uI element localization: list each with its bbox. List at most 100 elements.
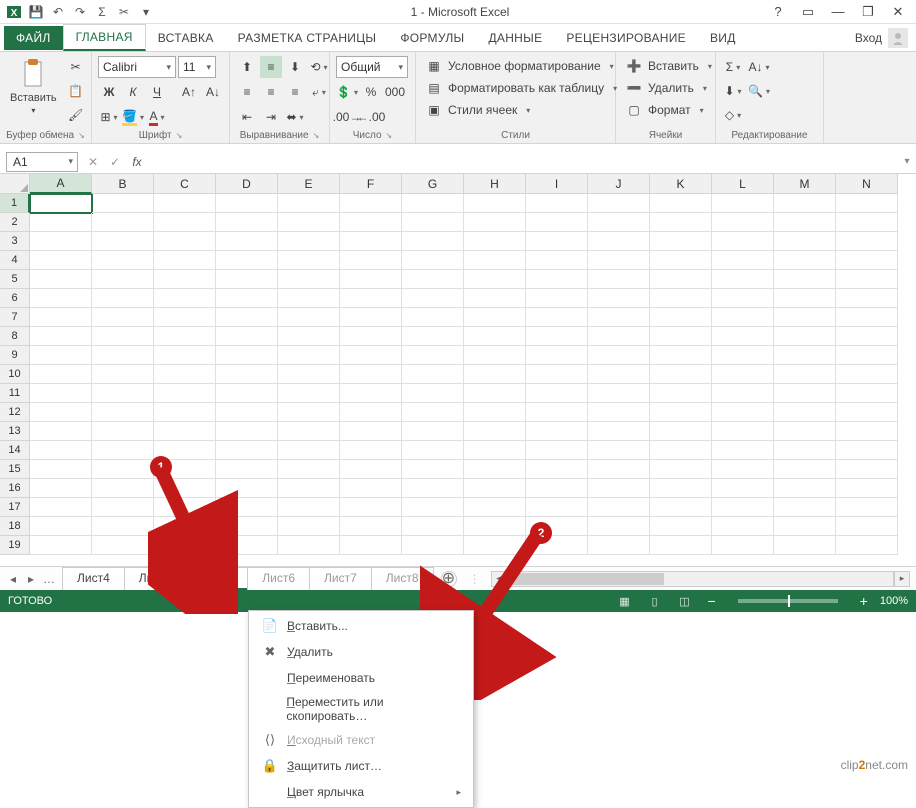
- tab-insert[interactable]: ВСТАВКА: [146, 26, 226, 50]
- cell[interactable]: [402, 460, 464, 479]
- cell[interactable]: [402, 289, 464, 308]
- col-header-H[interactable]: H: [464, 174, 526, 194]
- conditional-formatting-button[interactable]: ▦Условное форматирование: [422, 56, 618, 76]
- cell[interactable]: [650, 422, 712, 441]
- cell[interactable]: [650, 498, 712, 517]
- cell[interactable]: [278, 479, 340, 498]
- increase-decimal-button[interactable]: .00→: [336, 106, 358, 128]
- cell[interactable]: [154, 365, 216, 384]
- cell[interactable]: [30, 308, 92, 327]
- view-normal-icon[interactable]: ▦: [613, 592, 635, 610]
- cell[interactable]: [402, 403, 464, 422]
- cell[interactable]: [216, 308, 278, 327]
- cell[interactable]: [650, 536, 712, 555]
- close-icon[interactable]: ✕: [884, 2, 912, 22]
- cell[interactable]: [650, 479, 712, 498]
- cell[interactable]: [712, 498, 774, 517]
- format-cells-button[interactable]: ▢Формат: [622, 100, 708, 120]
- bold-button[interactable]: Ж: [98, 81, 120, 103]
- row-header[interactable]: 4: [0, 251, 30, 270]
- merge-button[interactable]: ⬌: [284, 106, 306, 128]
- cell[interactable]: [588, 194, 650, 213]
- cell[interactable]: [340, 403, 402, 422]
- cell[interactable]: [278, 289, 340, 308]
- sheet-nav-ellipsis[interactable]: …: [42, 572, 56, 586]
- cell[interactable]: [402, 194, 464, 213]
- cell[interactable]: [216, 403, 278, 422]
- thousands-button[interactable]: 000: [384, 81, 406, 103]
- row-header[interactable]: 16: [0, 479, 30, 498]
- cell[interactable]: [712, 270, 774, 289]
- cell[interactable]: [526, 422, 588, 441]
- tab-review[interactable]: РЕЦЕНЗИРОВАНИЕ: [554, 26, 698, 50]
- select-all-corner[interactable]: [0, 174, 30, 194]
- cell[interactable]: [278, 232, 340, 251]
- cell[interactable]: [650, 289, 712, 308]
- find-select-button[interactable]: 🔍: [748, 80, 770, 102]
- cell[interactable]: [402, 365, 464, 384]
- cell[interactable]: [340, 346, 402, 365]
- cell[interactable]: [774, 460, 836, 479]
- cell[interactable]: [774, 289, 836, 308]
- align-right-button[interactable]: ≡: [284, 81, 306, 103]
- cell[interactable]: [340, 517, 402, 536]
- cell[interactable]: [92, 346, 154, 365]
- tab-view[interactable]: ВИД: [698, 26, 748, 50]
- align-center-button[interactable]: ≡: [260, 81, 282, 103]
- cell[interactable]: [650, 403, 712, 422]
- cell[interactable]: [774, 365, 836, 384]
- cell[interactable]: [340, 441, 402, 460]
- cell[interactable]: [526, 479, 588, 498]
- cell[interactable]: [278, 346, 340, 365]
- align-middle-button[interactable]: ≡: [260, 56, 282, 78]
- shrink-font-button[interactable]: A↓: [202, 81, 224, 103]
- cell[interactable]: [340, 460, 402, 479]
- cell[interactable]: [464, 327, 526, 346]
- cell[interactable]: [402, 327, 464, 346]
- cell[interactable]: [340, 251, 402, 270]
- cell[interactable]: [836, 460, 898, 479]
- cell[interactable]: [526, 232, 588, 251]
- cell[interactable]: [526, 213, 588, 232]
- cell[interactable]: [712, 194, 774, 213]
- cell[interactable]: [92, 213, 154, 232]
- row-header[interactable]: 13: [0, 422, 30, 441]
- number-format-select[interactable]: Общий: [336, 56, 408, 78]
- font-color-button[interactable]: A: [146, 106, 168, 128]
- cell[interactable]: [92, 251, 154, 270]
- cell[interactable]: [588, 441, 650, 460]
- col-header-F[interactable]: F: [340, 174, 402, 194]
- cell[interactable]: [464, 479, 526, 498]
- align-left-button[interactable]: ≡: [236, 81, 258, 103]
- row-header[interactable]: 5: [0, 270, 30, 289]
- zoom-level[interactable]: 100%: [880, 595, 908, 607]
- cell[interactable]: [464, 422, 526, 441]
- cell[interactable]: [402, 384, 464, 403]
- cut-button[interactable]: ✂: [65, 56, 87, 78]
- cell[interactable]: [650, 365, 712, 384]
- cell[interactable]: [588, 536, 650, 555]
- cell[interactable]: [464, 270, 526, 289]
- cell[interactable]: [216, 384, 278, 403]
- cell[interactable]: [774, 422, 836, 441]
- cell[interactable]: [836, 498, 898, 517]
- decrease-indent-button[interactable]: ⇤: [236, 106, 258, 128]
- cell[interactable]: [836, 270, 898, 289]
- confirm-formula-icon[interactable]: ✓: [104, 152, 126, 172]
- cell[interactable]: [774, 251, 836, 270]
- context-menu-item[interactable]: 🔒Защитить лист…: [249, 753, 473, 779]
- currency-button[interactable]: 💲: [336, 81, 358, 103]
- cell[interactable]: [154, 270, 216, 289]
- cell[interactable]: [340, 384, 402, 403]
- col-header-K[interactable]: K: [650, 174, 712, 194]
- cell[interactable]: [402, 251, 464, 270]
- col-header-M[interactable]: M: [774, 174, 836, 194]
- cell[interactable]: [836, 213, 898, 232]
- cell[interactable]: [278, 384, 340, 403]
- italic-button[interactable]: К: [122, 81, 144, 103]
- help-icon[interactable]: ?: [764, 2, 792, 22]
- cell[interactable]: [588, 346, 650, 365]
- row-header[interactable]: 17: [0, 498, 30, 517]
- clear-button[interactable]: ◇: [722, 104, 744, 126]
- cell[interactable]: [154, 213, 216, 232]
